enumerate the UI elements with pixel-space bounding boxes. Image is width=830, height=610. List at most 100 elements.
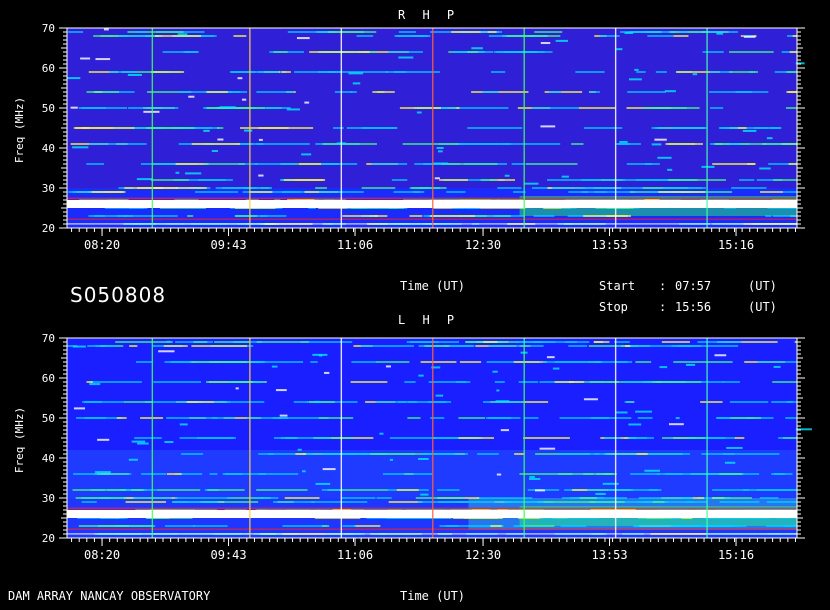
emission-spot <box>275 389 287 392</box>
interference-band <box>480 179 497 181</box>
interference-band <box>626 163 660 165</box>
interference-band <box>100 35 111 37</box>
emission-spot <box>128 458 138 461</box>
interference-band <box>506 35 561 37</box>
interference-band <box>650 107 687 109</box>
interference-band <box>123 401 153 403</box>
emission-spot <box>500 429 510 432</box>
interference-band <box>792 35 797 37</box>
interference-band <box>374 215 388 217</box>
interference-band <box>293 401 309 403</box>
interference-band <box>523 417 539 419</box>
interference-band <box>191 345 248 347</box>
emission-spot <box>389 458 394 461</box>
interference-band <box>458 417 486 419</box>
interference-band <box>589 381 606 383</box>
interference-band <box>742 489 797 491</box>
interference-band <box>88 191 126 193</box>
interference-band <box>729 51 774 53</box>
interference-band <box>575 71 605 73</box>
y-tick-label: 20 <box>42 222 55 235</box>
emission-spot <box>164 441 174 444</box>
interference-band <box>78 107 128 109</box>
emission-spot <box>766 137 773 140</box>
interference-band <box>398 31 417 33</box>
interference-band <box>617 143 630 145</box>
emission-spot <box>235 387 239 390</box>
interference-band <box>273 51 288 53</box>
interference-band <box>757 361 797 363</box>
emission-spot <box>657 156 672 159</box>
interference-band <box>590 417 632 419</box>
interference-band <box>409 341 460 343</box>
interference-band <box>493 51 553 53</box>
emission-spot <box>685 363 696 366</box>
interference-band <box>709 71 733 73</box>
interference-band <box>231 71 256 73</box>
interference-band <box>151 71 185 73</box>
emission-spot <box>203 129 210 132</box>
interference-band <box>722 381 740 383</box>
interference-band <box>375 401 417 403</box>
interference-band <box>673 35 689 37</box>
interference-band <box>233 35 247 37</box>
interference-band <box>715 143 767 145</box>
interference-band <box>342 215 379 217</box>
emission-spot <box>659 366 668 369</box>
interference-band <box>446 191 466 193</box>
interference-band <box>728 497 752 499</box>
interference-band <box>766 501 797 503</box>
bottom-time-axis-label: Time (UT) <box>400 589 466 603</box>
interference-band <box>174 497 231 499</box>
emission-spot <box>726 446 743 449</box>
interference-band <box>257 71 279 73</box>
interference-band <box>350 381 388 383</box>
x-tick-label: 12:30 <box>465 238 501 252</box>
emission-spot <box>286 108 300 111</box>
interference-band <box>525 163 578 165</box>
interference-band <box>458 501 513 503</box>
interference-band <box>86 91 120 93</box>
interference-band <box>471 91 529 93</box>
emission-spot <box>759 167 771 170</box>
interference-band <box>643 501 694 503</box>
interference-band <box>225 473 266 475</box>
interference-band <box>342 525 356 527</box>
interference-band <box>89 381 142 383</box>
emission-spot <box>616 48 623 51</box>
emission-spot <box>434 177 440 180</box>
interference-band <box>94 473 132 475</box>
interference-band <box>488 345 544 347</box>
emission-spot <box>315 482 331 485</box>
emission-spot <box>312 353 328 356</box>
interference-band <box>581 179 617 181</box>
interference-band <box>709 91 769 93</box>
interference-band <box>560 525 587 527</box>
start-unit: (UT) <box>748 279 777 293</box>
interference-band <box>670 31 711 33</box>
interference-band <box>420 361 457 363</box>
emission-spot <box>644 469 661 472</box>
interference-band <box>658 191 706 193</box>
emission-spot <box>540 125 556 128</box>
interference-band <box>718 127 739 129</box>
emission-spot <box>492 370 498 373</box>
interference-band <box>183 51 198 53</box>
emission-spot <box>89 383 101 386</box>
interference-band <box>443 107 457 109</box>
stop-unit: (UT) <box>748 300 777 314</box>
emission-spot <box>436 147 444 150</box>
emission-spot <box>177 33 188 36</box>
interference-band <box>216 127 224 129</box>
emission-spot <box>314 400 320 403</box>
interference-band <box>75 497 127 499</box>
interference-band <box>372 91 395 93</box>
secondary-band <box>67 223 797 225</box>
interference-band <box>533 215 555 217</box>
interference-band <box>88 215 128 217</box>
interference-band <box>772 215 797 217</box>
interference-band <box>787 91 797 93</box>
interference-band <box>499 143 561 145</box>
interference-band <box>542 361 587 363</box>
interference-band <box>73 127 90 129</box>
